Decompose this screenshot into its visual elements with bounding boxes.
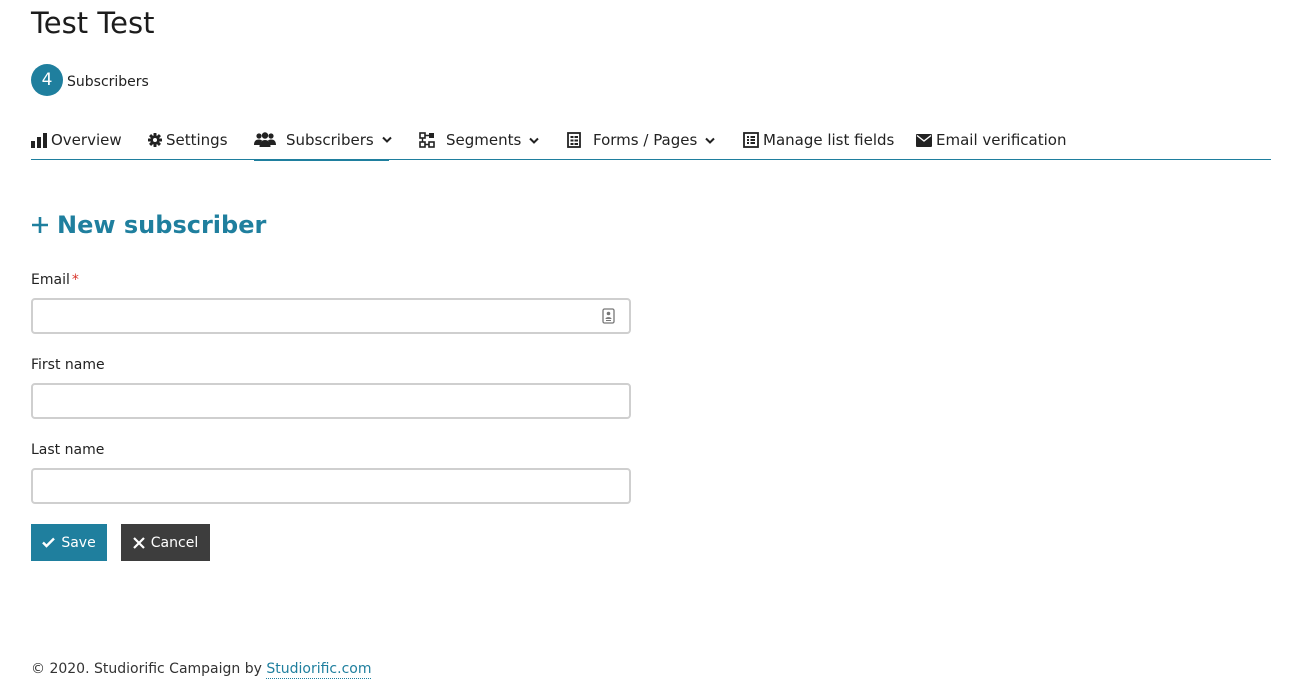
footer-text: © 2020. Studiorific Campaign by [31,661,262,677]
cancel-button-label: Cancel [150,534,199,551]
check-icon [42,537,56,548]
envelope-icon [916,133,932,147]
save-button-label: Save [61,534,96,551]
nav-item-label: Forms / Pages [593,131,698,149]
nav-item-segments[interactable]: Segments [419,120,540,160]
form-icon [567,132,581,148]
gear-icon [148,133,162,147]
first-name-label: First name [31,357,105,373]
nav-item-settings[interactable]: Settings [148,120,228,160]
email-label: Email * [31,272,79,288]
plus-icon [31,216,49,234]
nav-item-manage-list-fields[interactable]: Manage list fields [743,120,894,160]
nav-item-label: Settings [166,131,228,149]
nav-item-label: Segments [446,131,522,149]
nav-item-label: Subscribers [286,130,374,149]
chevron-down-icon [705,137,716,144]
nav-item-label: Manage list fields [763,131,895,149]
save-button[interactable]: Save [31,524,107,561]
last-name-field[interactable] [31,468,631,504]
nav-item-label: Email verification [936,131,1067,149]
page-title: Test Test [31,6,155,40]
subscriber-count-badge: 4 [31,64,63,96]
nav-item-subscribers[interactable]: Subscribers [254,120,392,161]
nav-item-overview[interactable]: Overview [31,120,122,160]
list-nav: Overview Settings Subscribers Segments F… [31,120,1271,161]
nav-item-email-verification[interactable]: Email verification [916,120,1066,160]
nav-item-label: Overview [51,131,122,149]
list-fields-icon [743,132,759,148]
cancel-button[interactable]: Cancel [121,524,210,561]
footer-link[interactable]: Studiorific.com [266,661,372,679]
email-field[interactable] [31,298,631,334]
subscriber-count-label: Subscribers [67,73,149,90]
required-marker: * [71,272,79,288]
last-name-label: Last name [31,442,105,458]
page: Test Test 4 Subscribers Overview Setting… [0,0,1301,700]
email-label-text: Email [31,272,70,288]
close-icon [133,536,145,549]
nav-item-forms-pages[interactable]: Forms / Pages [567,120,716,160]
form-title-text: New subscriber [57,211,267,239]
subscriber-count-row: 4 Subscribers [31,64,149,96]
bar-chart-icon [31,132,47,148]
contact-card-icon[interactable] [602,308,615,328]
form-title: New subscriber [31,211,266,239]
footer: © 2020. Studiorific Campaign by Studiori… [31,661,372,679]
chevron-down-icon [381,136,392,143]
chevron-down-icon [529,137,540,144]
users-icon [254,132,276,147]
segments-icon [419,132,436,148]
first-name-field[interactable] [31,383,631,419]
